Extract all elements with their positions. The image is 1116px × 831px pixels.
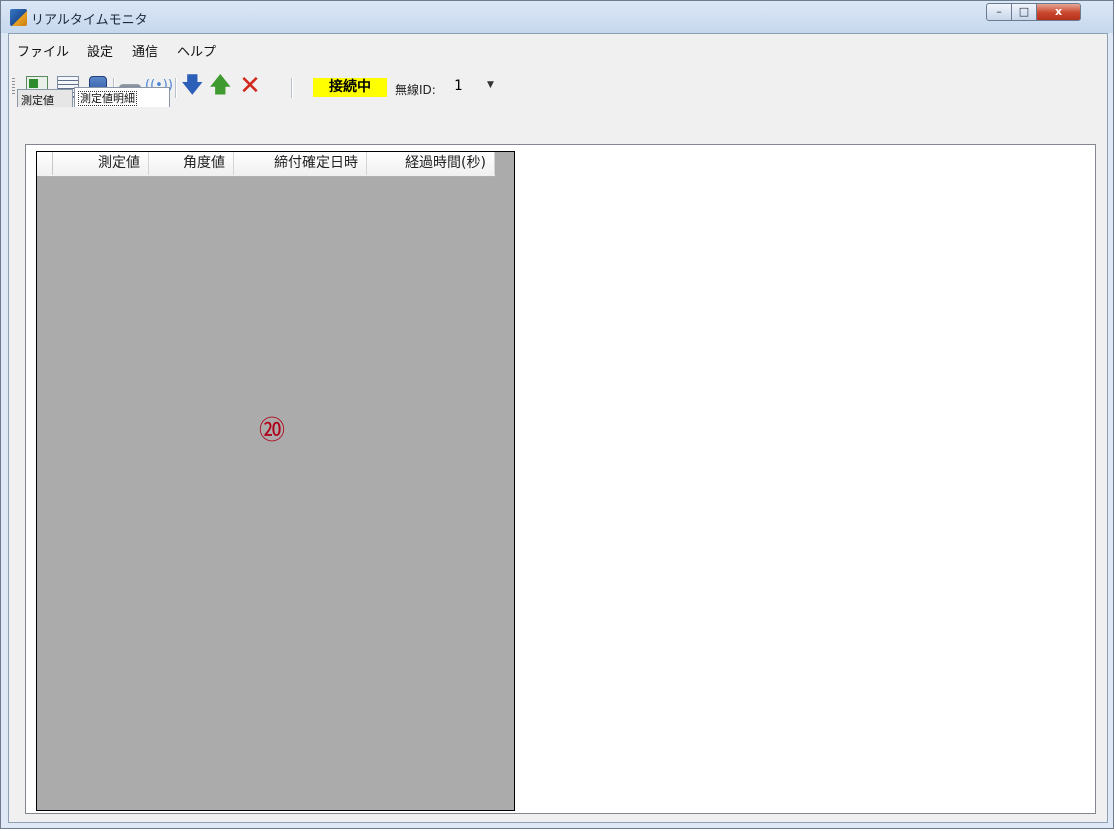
row-header-corner[interactable] xyxy=(37,152,53,175)
column-header-tightening-time[interactable]: 締付確定日時 xyxy=(234,152,367,175)
column-header-measured-value[interactable]: 測定値 xyxy=(52,152,149,175)
menu-help[interactable]: ヘルプ xyxy=(177,41,216,60)
toolbar-separator xyxy=(291,78,292,98)
radio-id-label: 無線ID: xyxy=(395,83,436,97)
arrow-up-icon[interactable]: 🡅 xyxy=(209,75,232,98)
tab-label: 測定値明細 xyxy=(78,91,137,106)
connection-status-badge: 接続中 xyxy=(313,78,387,97)
delete-x-icon[interactable]: ✕ xyxy=(237,73,263,99)
radio-id-select[interactable]: 1 xyxy=(454,78,462,94)
toolbar: ((•)) 🡇 🡅 ✕ 接続中 無線ID: 1 ▼ xyxy=(9,70,1107,102)
menu-bar: ファイル 設定 通信 ヘルプ xyxy=(9,38,1107,60)
app-icon xyxy=(10,9,27,26)
main-window: リアルタイムモニタ – □ x ファイル 設定 通信 ヘルプ ((•)) 🡇 🡅… xyxy=(0,0,1114,829)
menu-communication[interactable]: 通信 xyxy=(132,41,158,60)
close-button[interactable]: x xyxy=(1036,3,1081,21)
tab-measured-value[interactable]: 測定値 xyxy=(17,89,73,107)
minimize-button[interactable]: – xyxy=(986,3,1012,21)
chevron-down-icon[interactable]: ▼ xyxy=(487,80,494,90)
data-grid[interactable]: 測定値 角度値 締付確定日時 経過時間(秒) xyxy=(36,151,515,811)
tab-label: 測定値 xyxy=(21,94,54,107)
arrow-down-icon[interactable]: 🡇 xyxy=(181,75,204,98)
toolbar-grip[interactable] xyxy=(12,78,15,96)
column-header-angle-value[interactable]: 角度値 xyxy=(149,152,234,175)
grid-header: 測定値 角度値 締付確定日時 経過時間(秒) xyxy=(37,152,495,177)
callout-number-marker: ⑳ xyxy=(258,416,285,446)
tab-measured-value-detail[interactable]: 測定値明細 xyxy=(74,87,170,107)
column-header-elapsed-time[interactable]: 経過時間(秒) xyxy=(367,152,495,175)
menu-file[interactable]: ファイル xyxy=(17,41,69,60)
maximize-button[interactable]: □ xyxy=(1011,3,1037,21)
window-title: リアルタイムモニタ xyxy=(31,13,148,28)
title-bar[interactable]: リアルタイムモニタ – □ x xyxy=(1,1,1113,33)
toolbar-separator xyxy=(175,78,176,98)
menu-settings[interactable]: 設定 xyxy=(87,41,113,60)
